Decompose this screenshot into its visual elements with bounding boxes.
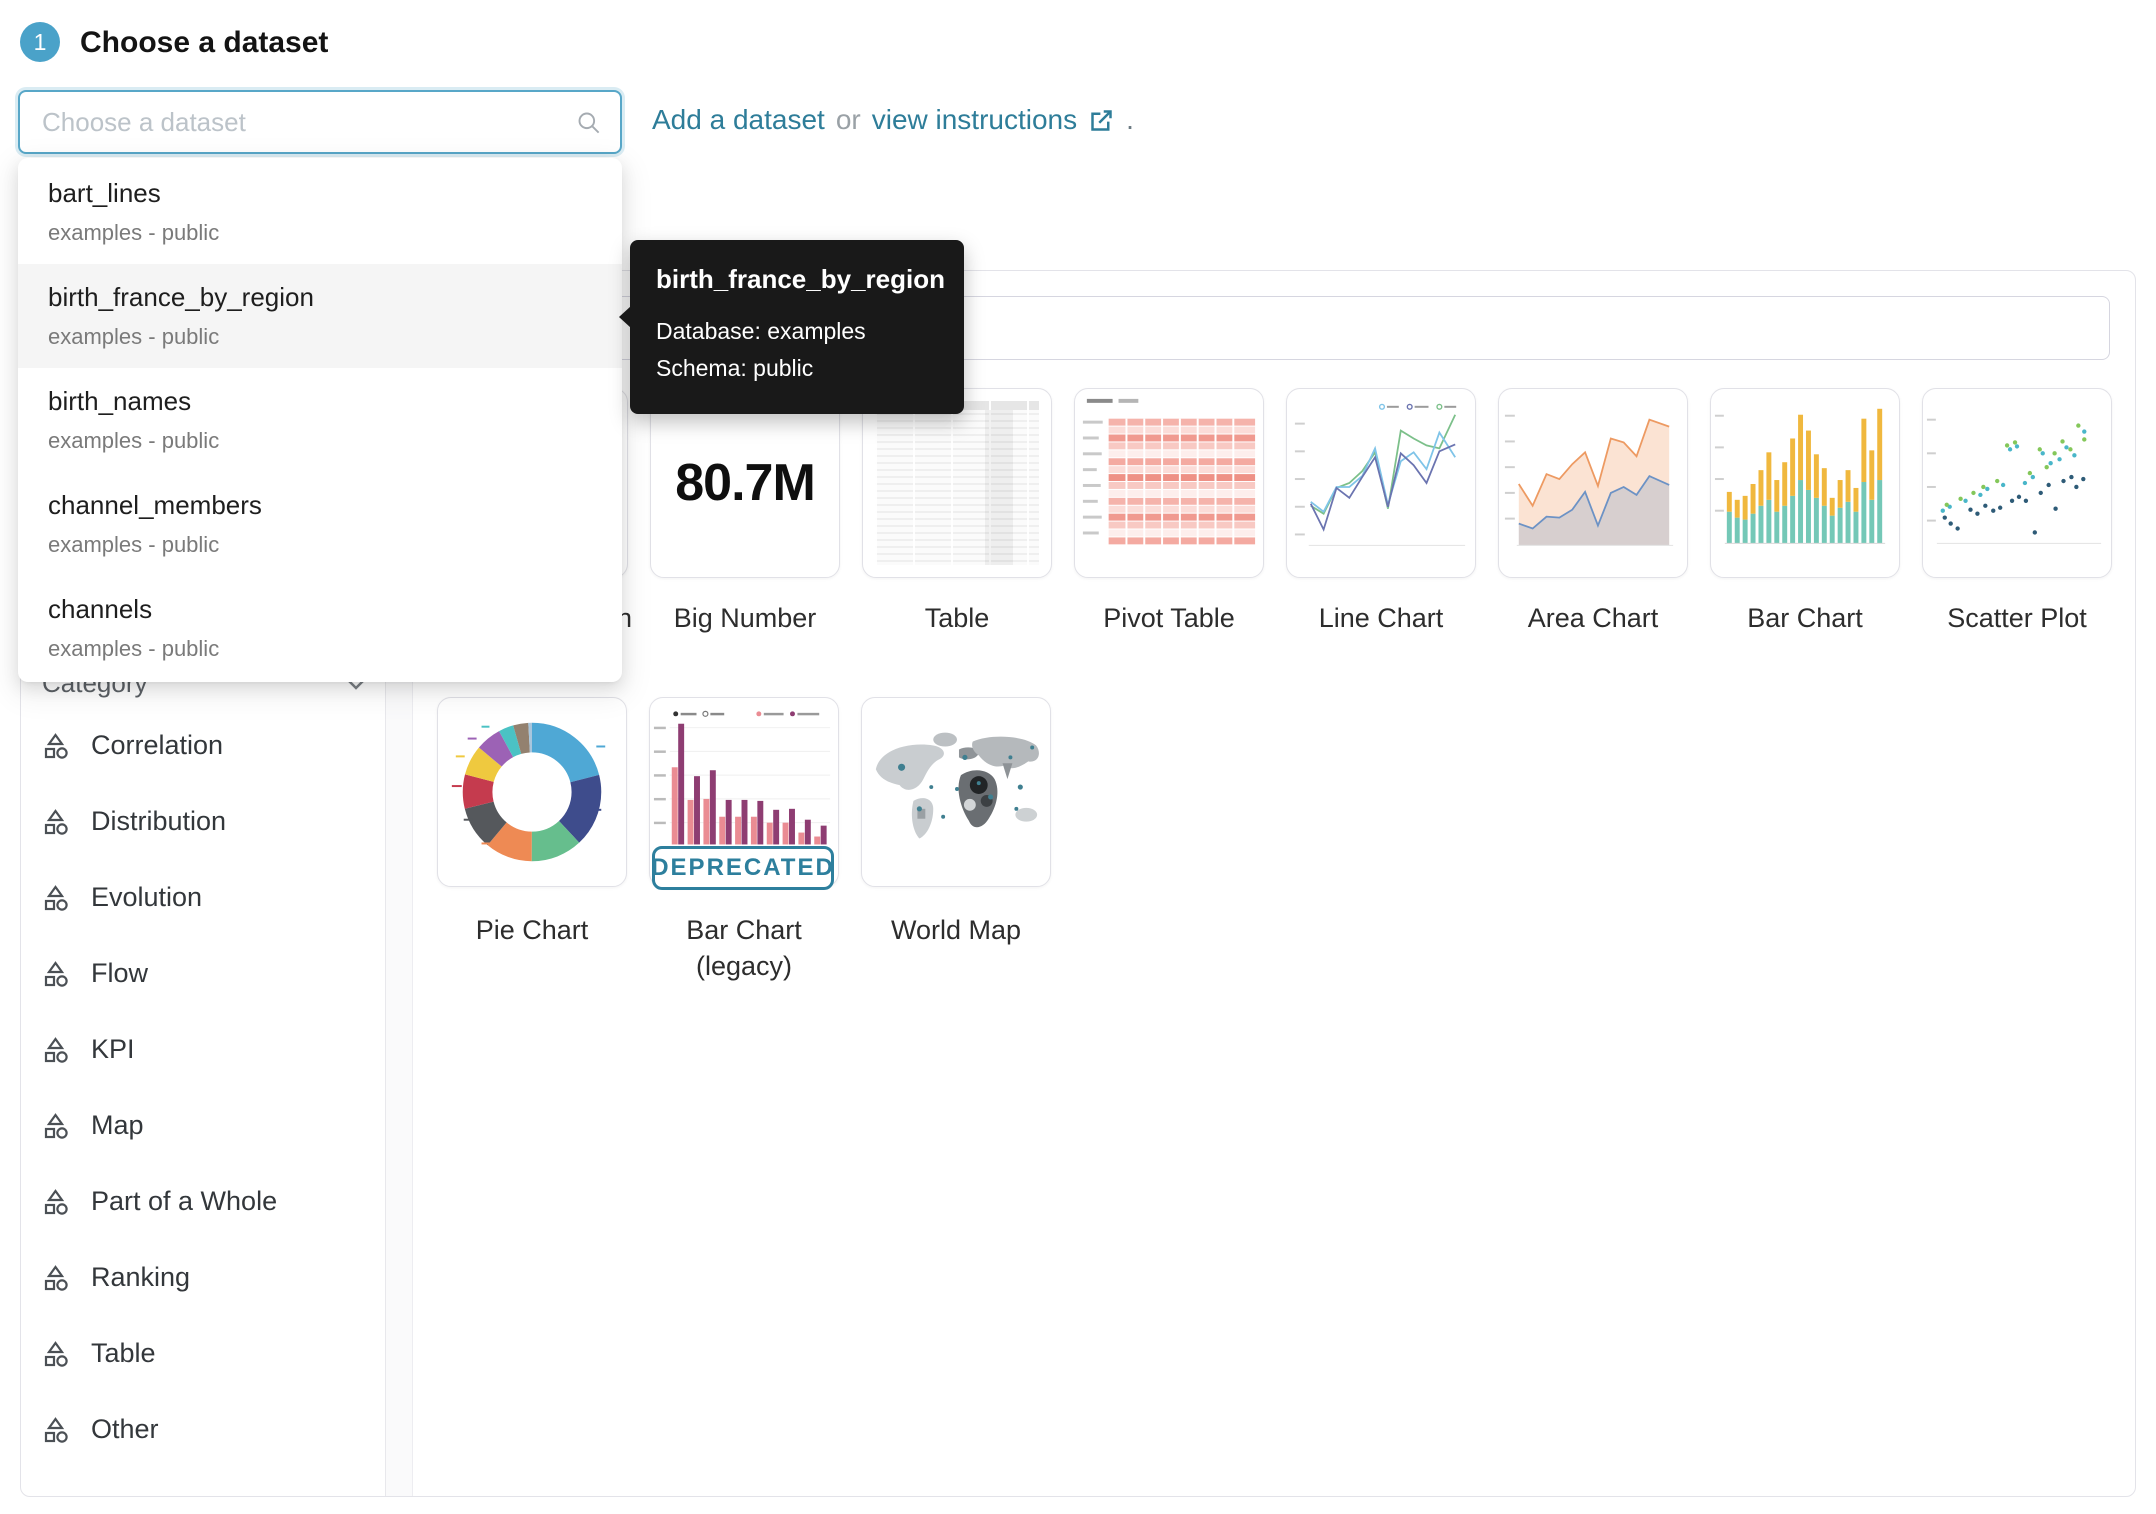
world-map-thumbnail: [862, 698, 1050, 886]
external-link-icon[interactable]: [1088, 107, 1115, 134]
dataset-option-detail: examples - public: [48, 324, 592, 350]
pie-chart-thumbnail: [438, 698, 626, 886]
sidebar-item-kpi[interactable]: KPI: [42, 1028, 277, 1071]
page-title: Choose a dataset: [80, 26, 328, 60]
category-shapes-icon: [42, 1112, 70, 1140]
chart-tile-pie-chart[interactable]: [437, 697, 627, 887]
dataset-option-name: channel_members: [48, 490, 592, 521]
dataset-option-name: birth_france_by_region: [48, 282, 592, 313]
dataset-option-channel-members[interactable]: channel_members examples - public: [18, 472, 622, 576]
category-item-label: Evolution: [91, 882, 202, 913]
dataset-dropdown: bart_lines examples - public birth_franc…: [18, 158, 622, 682]
sidebar-item-flow[interactable]: Flow: [42, 952, 277, 995]
category-item-label: Ranking: [91, 1262, 190, 1293]
scatter-plot-thumbnail: [1923, 389, 2111, 577]
chart-tile-world-map[interactable]: [861, 697, 1051, 887]
dataset-option-birth-france-by-region[interactable]: birth_france_by_region examples - public: [18, 264, 622, 368]
category-item-label: Distribution: [91, 806, 226, 837]
category-shapes-icon: [42, 1036, 70, 1064]
dataset-select-input[interactable]: [42, 107, 575, 138]
dataset-option-name: bart_lines: [48, 178, 592, 209]
category-shapes-icon: [42, 1416, 70, 1444]
sidebar-item-other[interactable]: Other: [42, 1408, 277, 1451]
dataset-option-name: birth_names: [48, 386, 592, 417]
table-thumbnail: [875, 401, 1039, 565]
sidebar-item-distribution[interactable]: Distribution: [42, 800, 277, 843]
category-item-label: Table: [91, 1338, 156, 1369]
chart-tile-line-chart[interactable]: [1286, 388, 1476, 578]
step-number-badge: 1: [20, 22, 60, 62]
tooltip-schema-line: Schema: public: [656, 350, 938, 387]
chart-tile-pivot-table[interactable]: [1074, 388, 1264, 578]
step-number: 1: [34, 29, 47, 56]
dataset-option-detail: examples - public: [48, 428, 592, 454]
chart-tile-label: Line Chart: [1275, 600, 1487, 636]
dataset-option-name: channels: [48, 594, 592, 625]
chart-tile-label: Pie Chart: [426, 912, 638, 948]
category-item-label: Correlation: [91, 730, 223, 761]
sidebar-item-map[interactable]: Map: [42, 1104, 277, 1147]
category-item-label: Part of a Whole: [91, 1186, 277, 1217]
dataset-select: [18, 90, 622, 154]
category-shapes-icon: [42, 884, 70, 912]
sidebar-item-part-of-a-whole[interactable]: Part of a Whole: [42, 1180, 277, 1223]
big-number-thumbnail: 80.7M: [651, 389, 839, 577]
pivot-table-thumbnail: [1075, 389, 1263, 577]
line-chart-thumbnail: [1287, 389, 1475, 577]
chart-tile-label: Area Chart: [1487, 600, 1699, 636]
conjunction-text: or: [836, 104, 861, 136]
tooltip-arrow-left: [619, 306, 631, 328]
area-chart-thumbnail: [1499, 389, 1687, 577]
chart-tile-label: Bar Chart: [1699, 600, 1911, 636]
create-chart-page: 1 Choose a dataset Category Correlation …: [0, 0, 2156, 1514]
category-shapes-icon: [42, 960, 70, 988]
category-item-label: Flow: [91, 958, 148, 989]
category-item-label: Map: [91, 1110, 144, 1141]
dataset-actions: Add a dataset or view instructions .: [652, 104, 1134, 136]
dataset-tooltip: birth_france_by_region Database: example…: [630, 240, 964, 414]
category-shapes-icon: [42, 1340, 70, 1368]
chart-tile-label: Bar Chart (legacy): [638, 912, 850, 985]
category-shapes-icon: [42, 1188, 70, 1216]
dataset-option-birth-names[interactable]: birth_names examples - public: [18, 368, 622, 472]
chart-tile-table[interactable]: [862, 388, 1052, 578]
category-shapes-icon: [42, 808, 70, 836]
sidebar-item-ranking[interactable]: Ranking: [42, 1256, 277, 1299]
sidebar-item-correlation[interactable]: Correlation: [42, 724, 277, 767]
chart-tile-label: World Map: [850, 912, 1062, 948]
dataset-option-detail: examples - public: [48, 532, 592, 558]
category-item-label: Other: [91, 1414, 159, 1445]
dataset-option-bart-lines[interactable]: bart_lines examples - public: [18, 160, 622, 264]
chart-tile-label: Pivot Table: [1063, 600, 1275, 636]
chart-tile-scatter-plot[interactable]: [1922, 388, 2112, 578]
tooltip-title: birth_france_by_region: [656, 264, 938, 295]
category-shapes-icon: [42, 732, 70, 760]
add-dataset-link[interactable]: Add a dataset: [652, 104, 825, 136]
dataset-option-channels[interactable]: channels examples - public: [18, 576, 622, 680]
chart-tile-label: Scatter Plot: [1911, 600, 2123, 636]
chart-tile-bar-chart[interactable]: [1710, 388, 1900, 578]
chart-tile-label: Big Number: [639, 600, 851, 636]
view-instructions-link[interactable]: view instructions: [872, 104, 1077, 136]
dataset-option-detail: examples - public: [48, 220, 592, 246]
tooltip-database-line: Database: examples: [656, 313, 938, 350]
chart-tile-label: Table: [851, 600, 1063, 636]
category-filter-list: Correlation Distribution Evolution Flow …: [42, 724, 277, 1451]
sidebar-item-table[interactable]: Table: [42, 1332, 277, 1375]
chart-tile-big-number[interactable]: 80.7M: [650, 388, 840, 578]
sidebar-item-evolution[interactable]: Evolution: [42, 876, 277, 919]
sentence-period: .: [1126, 104, 1134, 136]
category-shapes-icon: [42, 1264, 70, 1292]
chart-tile-area-chart[interactable]: [1498, 388, 1688, 578]
dataset-option-detail: examples - public: [48, 636, 592, 662]
search-icon: [575, 109, 602, 136]
deprecated-badge: DEPRECATED: [652, 846, 834, 890]
bar-chart-thumbnail: [1711, 389, 1899, 577]
category-item-label: KPI: [91, 1034, 135, 1065]
